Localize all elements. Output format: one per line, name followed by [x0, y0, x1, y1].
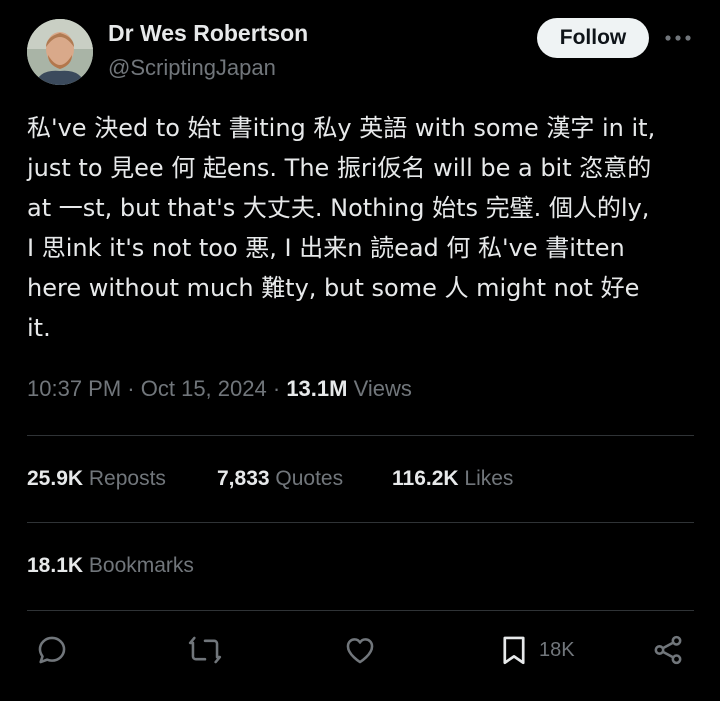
bookmarks-count: 18.1K — [27, 554, 84, 577]
likes-count: 116.2K — [392, 467, 459, 490]
likes-stat[interactable]: 116.2K Likes — [392, 467, 513, 491]
divider — [27, 522, 694, 523]
tweet-text-line: it. — [27, 314, 51, 342]
tweet-text-line: 私've 決ed to 始t 書iting 私y 英語 with some 漢字… — [27, 114, 656, 142]
tweet-meta: 10:37 PM · Oct 15, 2024 · 13.1M Views — [27, 376, 412, 402]
likes-label: Likes — [464, 467, 514, 490]
reply-icon — [38, 636, 66, 664]
tweet-time[interactable]: 10:37 PM — [27, 376, 121, 401]
reposts-label: Reposts — [88, 467, 166, 490]
reposts-count: 25.9K — [27, 467, 84, 490]
heart-icon — [346, 638, 374, 664]
more-options-button[interactable] — [662, 24, 694, 52]
bookmarks-label: Bookmarks — [88, 554, 194, 577]
meta-separator: · — [272, 376, 281, 401]
author-handle[interactable]: @ScriptingJapan — [108, 55, 276, 81]
bookmark-count: 18K — [539, 638, 575, 661]
avatar-image — [27, 19, 93, 85]
bookmark-button[interactable]: 18K — [497, 630, 575, 670]
tweet-text-line: at 一st, but that's 大丈夫. Nothing 始ts 完璧. … — [27, 194, 650, 222]
repost-icon — [188, 636, 222, 664]
repost-button[interactable] — [188, 630, 222, 670]
tweet-text-line: I 思ink it's not too 悪, I 出来n 読ead 何 私've… — [27, 234, 625, 262]
divider — [27, 435, 694, 436]
engagement-stats: 25.9K Reposts 7,833 Quotes 116.2K Likes — [27, 467, 694, 495]
bookmark-icon — [503, 636, 525, 665]
avatar[interactable] — [27, 19, 93, 85]
quotes-label: Quotes — [275, 467, 344, 490]
reply-button[interactable] — [35, 630, 69, 670]
more-horizontal-icon — [665, 35, 691, 41]
follow-button[interactable]: Follow — [537, 18, 649, 58]
quotes-stat[interactable]: 7,833 Quotes — [217, 467, 343, 491]
tweet-text-line: here without much 難ty, but some 人 might … — [27, 274, 640, 302]
tweet-detail: Dr Wes Robertson @ScriptingJapan Follow … — [0, 0, 720, 701]
share-icon — [654, 635, 682, 665]
reposts-stat[interactable]: 25.9K Reposts — [27, 467, 166, 491]
tweet-text-line: just to 見ee 何 起ens. The 振ri仮名 will be a … — [27, 154, 652, 182]
quotes-count: 7,833 — [217, 467, 270, 490]
author-display-name[interactable]: Dr Wes Robertson — [108, 20, 308, 47]
like-button[interactable] — [343, 630, 377, 670]
divider — [27, 610, 694, 611]
tweet-text: 私've 決ed to 始t 書iting 私y 英語 with some 漢字… — [27, 108, 699, 348]
views-count: 13.1M — [286, 376, 348, 401]
bookmarks-stat[interactable]: 18.1K Bookmarks — [27, 554, 194, 578]
meta-separator: · — [127, 376, 135, 401]
share-button[interactable] — [651, 630, 685, 670]
tweet-date[interactable]: Oct 15, 2024 — [141, 376, 267, 401]
views-label: Views — [353, 376, 412, 401]
